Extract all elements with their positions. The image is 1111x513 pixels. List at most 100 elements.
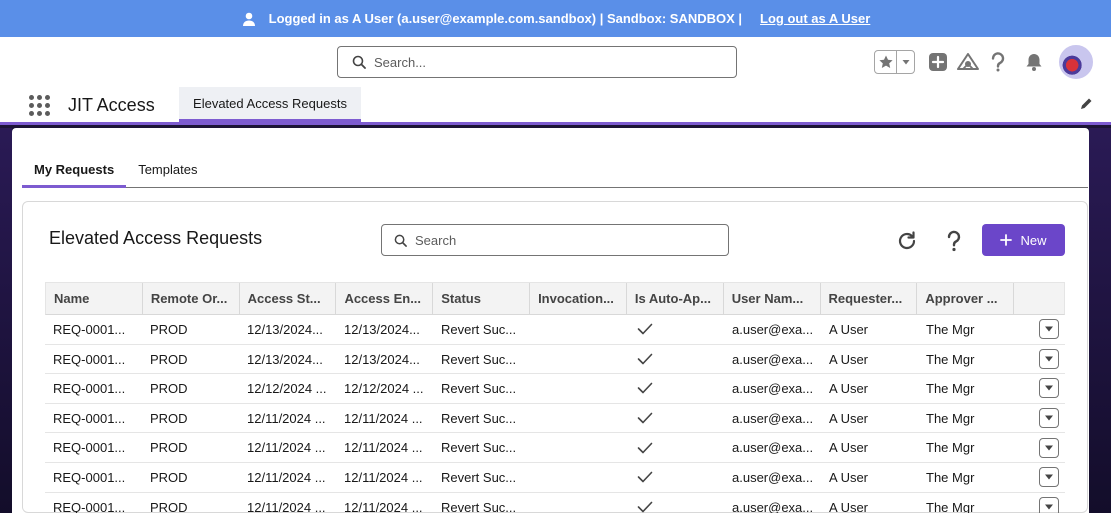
chevron-down-icon[interactable] (1039, 378, 1059, 399)
cell-name[interactable]: REQ-0001... (45, 315, 142, 344)
cell-org: PROD (150, 381, 188, 397)
pencil-icon[interactable] (1079, 97, 1093, 114)
column-header-is-auto-approved[interactable]: Is Auto-Ap... (627, 283, 724, 314)
column-header-user-name[interactable]: User Nam... (724, 283, 821, 314)
global-actions (874, 45, 1093, 79)
cell-invocation (530, 374, 627, 403)
cell-start: 12/11/2024 ... (247, 410, 326, 426)
column-header-status[interactable]: Status (433, 283, 531, 314)
chevron-down-icon[interactable] (1039, 467, 1059, 488)
cell-end: 12/11/2024 ... (344, 469, 423, 485)
cell-start: 12/13/2024... (247, 322, 323, 337)
cell-status: Revert Suc... (441, 440, 517, 456)
cell-name[interactable]: REQ-0001... (45, 493, 142, 513)
cell-user: a.user@exa... (732, 410, 814, 426)
nav-tab-elevated-access-requests[interactable]: Elevated Access Requests (179, 87, 361, 122)
list-title: Elevated Access Requests (49, 228, 263, 248)
cell-user: a.user@exa... (732, 469, 814, 485)
table-row[interactable]: REQ-0001... PROD 12/11/2024 ... 12/11/2024 … (45, 404, 1065, 434)
star-icon[interactable] (875, 51, 897, 73)
row-action-menu[interactable] (1015, 493, 1065, 513)
global-search-input[interactable]: Search... (337, 46, 737, 78)
cell-approver: The Mgr (926, 440, 975, 456)
column-header-access-start[interactable]: Access St... (240, 283, 337, 314)
cell-start: 12/13/2024... (247, 351, 323, 367)
row-action-menu[interactable] (1015, 374, 1065, 403)
chevron-down-icon[interactable] (1039, 319, 1059, 340)
plus-icon[interactable] (923, 47, 953, 77)
table-body: REQ-0001... PROD 12/13/2024... 12/13/2024..… (45, 315, 1065, 513)
cell-org: PROD (150, 440, 188, 456)
chevron-down-icon[interactable] (897, 51, 914, 73)
column-header-requester[interactable]: Requester... (821, 283, 918, 314)
cell-user: a.user@exa... (732, 499, 814, 513)
table-row[interactable]: REQ-0001... PROD 12/13/2024... 12/13/2024..… (45, 345, 1065, 375)
cell-end: 12/11/2024 ... (344, 499, 423, 513)
tab-my-requests[interactable]: My Requests (22, 150, 127, 188)
sandbox-banner: Logged in as A User (a.user@example.com.… (0, 0, 1111, 37)
cell-auto (627, 493, 724, 513)
cell-org: PROD (150, 351, 188, 367)
cell-name[interactable]: REQ-0001... (45, 433, 142, 462)
row-action-menu[interactable] (1015, 315, 1065, 344)
plus-icon (1000, 234, 1013, 246)
list-search-input[interactable]: Search (381, 224, 729, 256)
row-action-menu[interactable] (1015, 433, 1065, 462)
tab-templates[interactable]: Templates (126, 150, 209, 188)
cell-end: 12/12/2024 ... (344, 381, 424, 397)
cell-auto (627, 315, 724, 344)
cell-approver: The Mgr (926, 351, 975, 367)
table-row[interactable]: REQ-0001... PROD 12/11/2024 ... 12/11/2024 … (45, 433, 1065, 463)
row-action-menu[interactable] (1015, 404, 1065, 433)
cell-name[interactable]: REQ-0001... (45, 345, 142, 374)
column-header-approver[interactable]: Approver ... (917, 283, 1015, 314)
table-row[interactable]: REQ-0001... PROD 12/11/2024 ... 12/11/2024 … (45, 493, 1065, 513)
chevron-down-icon[interactable] (1039, 437, 1059, 458)
table-row[interactable]: REQ-0001... PROD 12/11/2024 ... 12/11/2024 … (45, 463, 1065, 493)
cell-status: Revert Suc... (441, 351, 517, 367)
table-row[interactable]: REQ-0001... PROD 12/12/2024 ... 12/12/2024 … (45, 374, 1065, 404)
refresh-icon[interactable] (893, 227, 921, 255)
cell-status: Revert Suc... (441, 381, 517, 397)
app-launcher-icon[interactable] (29, 95, 50, 116)
cell-status: Revert Suc... (441, 410, 517, 426)
cell-name[interactable]: REQ-0001... (45, 463, 142, 492)
row-action-menu[interactable] (1015, 345, 1065, 374)
tabset: My Requests Templates (22, 150, 1088, 188)
cell-requester: A User (829, 410, 869, 426)
chevron-down-icon[interactable] (1039, 348, 1059, 369)
chevron-down-icon[interactable] (1039, 408, 1059, 429)
logout-link[interactable]: Log out as A User (760, 11, 870, 26)
cell-name[interactable]: REQ-0001... (45, 404, 142, 433)
trailhead-icon[interactable] (953, 47, 983, 77)
check-icon (637, 323, 653, 335)
favorites-button[interactable] (874, 50, 915, 74)
question-icon[interactable] (940, 227, 968, 255)
cell-org: PROD (150, 410, 188, 426)
cell-user: a.user@exa... (732, 351, 814, 367)
cell-status: Revert Suc... (441, 469, 517, 485)
column-header-access-end[interactable]: Access En... (336, 283, 434, 314)
list-view-card: Elevated Access Requests Search New Name… (22, 201, 1088, 513)
question-icon[interactable] (983, 47, 1013, 77)
background-decoration-left (0, 128, 12, 513)
table-row[interactable]: REQ-0001... PROD 12/13/2024... 12/13/2024..… (45, 315, 1065, 345)
column-header-name[interactable]: Name (46, 283, 143, 314)
bell-icon[interactable] (1019, 47, 1049, 77)
cell-auto (627, 463, 724, 492)
new-button[interactable]: New (982, 224, 1065, 256)
background-decoration-right (1089, 128, 1111, 513)
check-icon (637, 442, 653, 453)
column-header-invocation[interactable]: Invocation... (530, 283, 627, 314)
cell-invocation (530, 493, 627, 513)
row-action-menu[interactable] (1015, 463, 1065, 492)
chevron-down-icon[interactable] (1039, 496, 1059, 513)
column-header-remote-org[interactable]: Remote Or... (143, 283, 240, 314)
cell-approver: The Mgr (926, 499, 975, 513)
cell-user: a.user@exa... (732, 440, 814, 456)
cell-invocation (530, 345, 627, 374)
avatar[interactable] (1059, 45, 1093, 79)
cell-org: PROD (150, 499, 188, 513)
cell-name[interactable]: REQ-0001... (45, 374, 142, 403)
cell-end: 12/11/2024 ... (344, 440, 423, 456)
